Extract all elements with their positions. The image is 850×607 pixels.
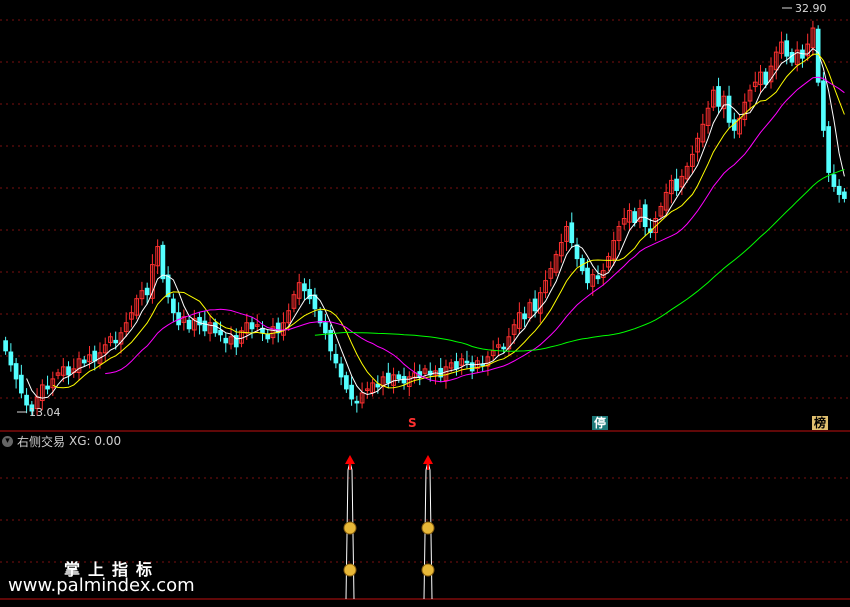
candle-body (223, 337, 229, 344)
candle-body (396, 374, 402, 380)
candle-body (842, 191, 847, 199)
candle-body (375, 383, 381, 388)
candle-body (674, 178, 679, 191)
candle-body (836, 185, 842, 195)
money-bag-icon (421, 521, 435, 535)
candle-body (113, 339, 119, 344)
candle-body (585, 267, 590, 284)
candle-body (323, 322, 328, 334)
candle-body (66, 366, 71, 376)
signal-marker-bang[interactable]: 榜 (812, 416, 829, 430)
candle-body (501, 346, 506, 350)
stock-chart (0, 7, 850, 600)
candle-body (469, 362, 475, 372)
candle-body (349, 384, 354, 400)
watermark-url: www.palmindex.com (8, 575, 195, 596)
candle-body (45, 385, 50, 390)
indicator-name: 右侧交易 (17, 434, 66, 449)
candle-body (202, 320, 208, 332)
indicator-value: XG: 0.00 (69, 434, 122, 448)
candle-body (3, 340, 8, 352)
price-min-label: 13.04 (29, 406, 61, 419)
candle-body (522, 313, 527, 320)
candle-body (19, 374, 24, 394)
candle-body (632, 211, 638, 224)
candle-body (249, 322, 255, 330)
arrow-up-icon (345, 455, 355, 464)
candle-body (81, 359, 87, 364)
candle-body (186, 319, 192, 330)
candle-body (160, 244, 166, 280)
money-bag-icon (343, 521, 357, 535)
candle-body (385, 372, 391, 384)
ma60-line (314, 169, 845, 352)
candle-body (212, 322, 218, 334)
indicator-header: ▾ 右侧交易 XG: 0.00 (2, 433, 121, 449)
candle-body (144, 287, 150, 296)
candle-body (265, 333, 271, 340)
candle-body (480, 363, 485, 366)
money-bag-icon (343, 563, 357, 577)
candle-body (763, 71, 769, 85)
candle-body (338, 363, 344, 378)
candle-body (317, 310, 323, 324)
candle-body (574, 244, 580, 260)
money-bag-icon (421, 563, 435, 577)
candle-body (197, 317, 202, 326)
candle-body (784, 40, 790, 57)
candle-body (333, 353, 339, 364)
candle-body (24, 394, 29, 406)
signal-marker-s[interactable]: S (406, 416, 419, 430)
candle-body (218, 329, 223, 336)
signal-marker-ting[interactable]: 停 (592, 416, 609, 430)
candle-body (354, 400, 360, 404)
price-max-label: 32.90 (795, 2, 827, 15)
candle-body (464, 360, 470, 364)
candle-body (595, 275, 601, 280)
candle-body (302, 283, 307, 292)
arrow-up-icon (423, 455, 433, 464)
candle-body (826, 126, 831, 173)
chevron-down-icon[interactable]: ▾ (2, 435, 13, 447)
candle-body (821, 80, 826, 131)
candle-body (831, 174, 837, 187)
candle-body (642, 204, 648, 228)
candle-body (171, 298, 176, 314)
candle-body (716, 86, 721, 107)
candle-body (92, 350, 98, 362)
candle-body (454, 361, 459, 370)
candle-body (532, 298, 538, 312)
candle-body (726, 95, 732, 123)
candle-body (569, 222, 575, 244)
candle-body (344, 375, 349, 390)
candle-body (8, 351, 14, 366)
candle-body (13, 363, 19, 380)
